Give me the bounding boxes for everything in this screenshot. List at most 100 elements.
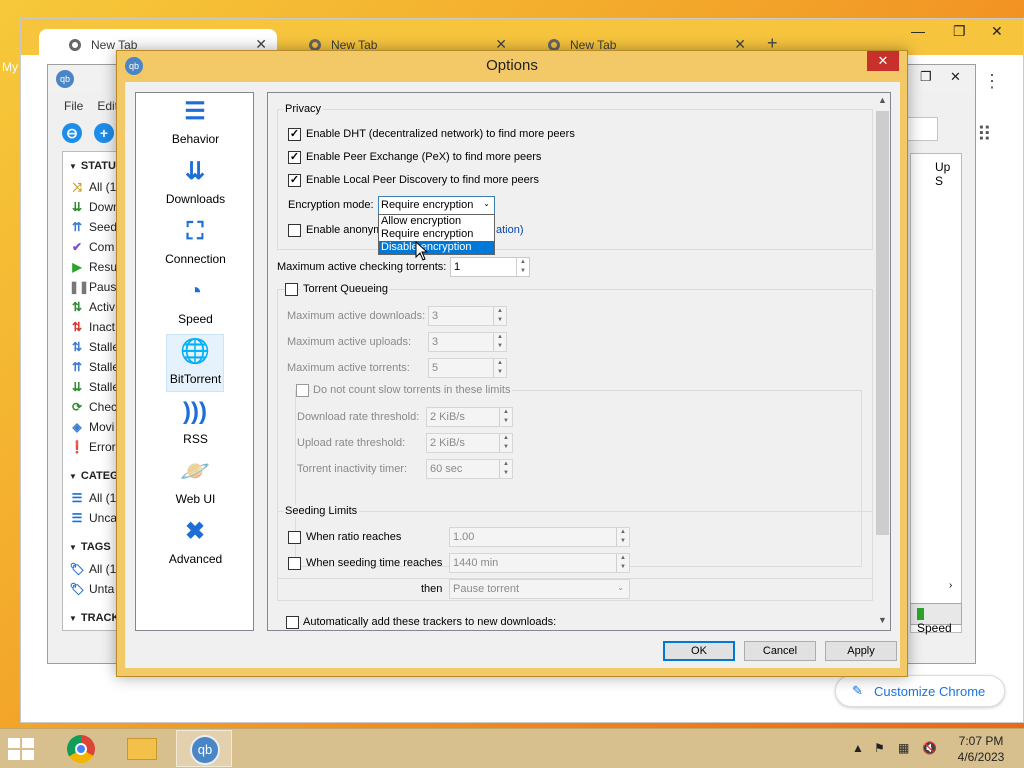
volume-muted-icon[interactable]: 🔇: [922, 741, 937, 755]
taskbar-qbittorrent[interactable]: qb: [176, 730, 232, 767]
nav-item-connection[interactable]: ⛶ Connection: [136, 213, 255, 273]
customize-chrome-button[interactable]: ✎ Customize Chrome: [835, 675, 1005, 707]
ratio-limit-spinbox[interactable]: 1.00 ▲ ▼: [449, 527, 630, 547]
cancel-button[interactable]: Cancel: [744, 641, 816, 661]
lpd-checkbox[interactable]: ✓: [288, 174, 301, 187]
apply-button[interactable]: Apply: [825, 641, 897, 661]
spin-arrows-icon[interactable]: ▲ ▼: [499, 434, 512, 452]
spin-arrows-icon[interactable]: ▲ ▼: [493, 307, 506, 325]
max-downloads-spinbox[interactable]: 3 ▲ ▼: [428, 306, 507, 326]
download-threshold-spinbox[interactable]: 2 KiB/s ▲ ▼: [426, 407, 513, 427]
status-item-checking[interactable]: ⟳ Chec: [69, 400, 117, 414]
nav-item-downloads[interactable]: ⇊ Downloads: [136, 153, 255, 213]
ok-button[interactable]: OK: [663, 641, 735, 661]
upload-threshold-spinbox[interactable]: 2 KiB/s ▲ ▼: [426, 433, 513, 453]
seeding-action-select[interactable]: Pause torrent ⌄: [449, 579, 630, 599]
encryption-mode-select[interactable]: Require encryption ⌄: [378, 196, 495, 215]
status-item-downloading[interactable]: ⇊ Down: [69, 200, 120, 214]
nav-item-advanced[interactable]: ✖ Advanced: [136, 513, 255, 573]
seeding-time-checkbox[interactable]: [288, 557, 301, 570]
close-icon[interactable]: ✕: [991, 23, 1003, 40]
add-torrent-icon[interactable]: +: [94, 123, 114, 143]
status-item-errored[interactable]: ❗ Error: [69, 440, 116, 454]
max-uploads-spinbox[interactable]: 3 ▲ ▼: [428, 332, 507, 352]
clock[interactable]: 7:07 PM 4/6/2023: [950, 733, 1012, 765]
qbt-maximize-icon[interactable]: ❐: [920, 69, 932, 85]
windows-start-icon[interactable]: [8, 738, 34, 760]
spin-arrows-icon[interactable]: ▲ ▼: [493, 359, 506, 377]
category-item-all[interactable]: ☰ All (1: [69, 491, 117, 505]
nav-item-rss[interactable]: ))) RSS: [136, 393, 255, 453]
scroll-thumb[interactable]: [876, 111, 889, 535]
apps-grid-icon[interactable]: ⠿: [977, 122, 992, 147]
status-item-resumed[interactable]: ▶ Resu: [69, 260, 117, 274]
chrome-menu-icon[interactable]: ⋮: [983, 71, 1001, 92]
nav-item-speed[interactable]: ◔ Speed: [136, 273, 255, 333]
status-header[interactable]: ▼ STATUS: [69, 160, 121, 172]
ratio-limit-checkbox[interactable]: [288, 531, 301, 544]
taskbar-chrome[interactable]: [53, 730, 109, 767]
spin-arrows-icon[interactable]: ▲ ▼: [499, 460, 512, 478]
max-torrents-spinbox[interactable]: 5 ▲ ▼: [428, 358, 507, 378]
remove-torrent-icon[interactable]: ⊖: [62, 123, 82, 143]
qbt-close-icon[interactable]: ✕: [950, 69, 961, 85]
encryption-option-require[interactable]: Require encryption: [379, 228, 494, 241]
action-center-flag-icon[interactable]: ⚑: [874, 741, 885, 755]
spin-arrows-icon[interactable]: ▲ ▼: [499, 408, 512, 426]
max-checking-spinbox[interactable]: 1 ▲ ▼: [450, 257, 530, 277]
nav-item-web-ui[interactable]: 🪐 Web UI: [136, 453, 255, 513]
scroll-right-icon[interactable]: ›: [949, 580, 952, 591]
trackers-header[interactable]: ▼ TRACK: [69, 612, 119, 624]
status-item-paused[interactable]: ❚❚Paus: [69, 280, 116, 294]
dht-checkbox[interactable]: ✓: [288, 128, 301, 141]
tag-item-all[interactable]: 🏷 All (1: [69, 562, 116, 576]
options-close-button[interactable]: ✕: [867, 51, 899, 71]
spin-arrows-icon[interactable]: ▲ ▼: [493, 333, 506, 351]
pex-checkbox[interactable]: ✓: [288, 151, 301, 164]
spin-arrows-icon[interactable]: ▲ ▼: [616, 528, 629, 546]
encryption-option-disable[interactable]: Disable encryption: [379, 241, 494, 254]
speed-tab-button[interactable]: Speed: [910, 603, 962, 635]
scroll-down-icon[interactable]: ▼: [878, 615, 887, 625]
torrent-list[interactable]: Up S ›: [910, 153, 962, 633]
search-input[interactable]: [906, 117, 938, 141]
desktop-icon-label[interactable]: My: [2, 60, 18, 74]
status-item-inactive[interactable]: ⇅ Inact: [69, 320, 115, 334]
network-tray-icon[interactable]: ▦: [898, 741, 909, 755]
spin-arrows-icon[interactable]: ▲ ▼: [616, 554, 629, 572]
menu-file[interactable]: File: [64, 99, 83, 113]
inactivity-timer-spinbox[interactable]: 60 sec ▲ ▼: [426, 459, 513, 479]
spin-arrows-icon[interactable]: ▲ ▼: [516, 258, 529, 276]
nav-item-bittorrent[interactable]: 🌐 BitTorrent: [136, 333, 255, 393]
tag-item-untagged[interactable]: 🏷 Unta: [69, 582, 114, 596]
show-hidden-icons-icon[interactable]: ▲: [852, 741, 864, 755]
status-item-moving[interactable]: ◈ Movi: [69, 420, 114, 434]
maximize-icon[interactable]: ❐: [953, 23, 966, 40]
vertical-scrollbar[interactable]: ▲ ▼: [874, 93, 890, 630]
status-item-stalled[interactable]: ⇅ Stalle: [69, 340, 119, 354]
tags-header[interactable]: ▼ TAGS: [69, 541, 111, 553]
anonymous-mode-checkbox[interactable]: [288, 224, 301, 237]
scroll-right-icon[interactable]: ›: [878, 627, 881, 630]
category-item-uncategorized[interactable]: ☰ Unca: [69, 511, 117, 525]
status-item-all[interactable]: ⤨ All (1: [69, 180, 116, 195]
status-item-stalled-uploading[interactable]: ⇈ Stalle: [69, 360, 119, 374]
nav-item-behavior[interactable]: ☰ Behavior: [136, 93, 255, 153]
column-header-up-speed[interactable]: Up S: [935, 160, 961, 188]
status-item-seeding[interactable]: ⇈ Seed: [69, 220, 117, 234]
categories-header[interactable]: ▼ CATEG: [69, 470, 119, 482]
taskbar-file-explorer[interactable]: [114, 730, 170, 767]
status-item-active[interactable]: ⇅ Activ: [69, 300, 115, 314]
scroll-up-icon[interactable]: ▲: [878, 95, 887, 105]
queueing-checkbox[interactable]: [285, 283, 298, 296]
bittorrent-settings-panel[interactable]: ▲ ▼ Privacy ✓ Enable DHT (decentralized …: [267, 92, 891, 631]
encryption-mode-dropdown[interactable]: Allow encryption Require encryption Disa…: [378, 214, 495, 255]
status-item-completed[interactable]: ✔ Com: [69, 240, 114, 254]
menu-edit[interactable]: Edit: [97, 99, 118, 113]
anonymous-mode-link[interactable]: ation): [496, 224, 524, 236]
minimize-icon[interactable]: —: [911, 23, 925, 39]
status-item-stalled-downloading[interactable]: ⇊ Stalle: [69, 380, 119, 394]
seeding-time-spinbox[interactable]: 1440 min ▲ ▼: [449, 553, 630, 573]
slow-torrents-checkbox[interactable]: [296, 384, 309, 397]
add-trackers-checkbox[interactable]: [286, 616, 299, 629]
